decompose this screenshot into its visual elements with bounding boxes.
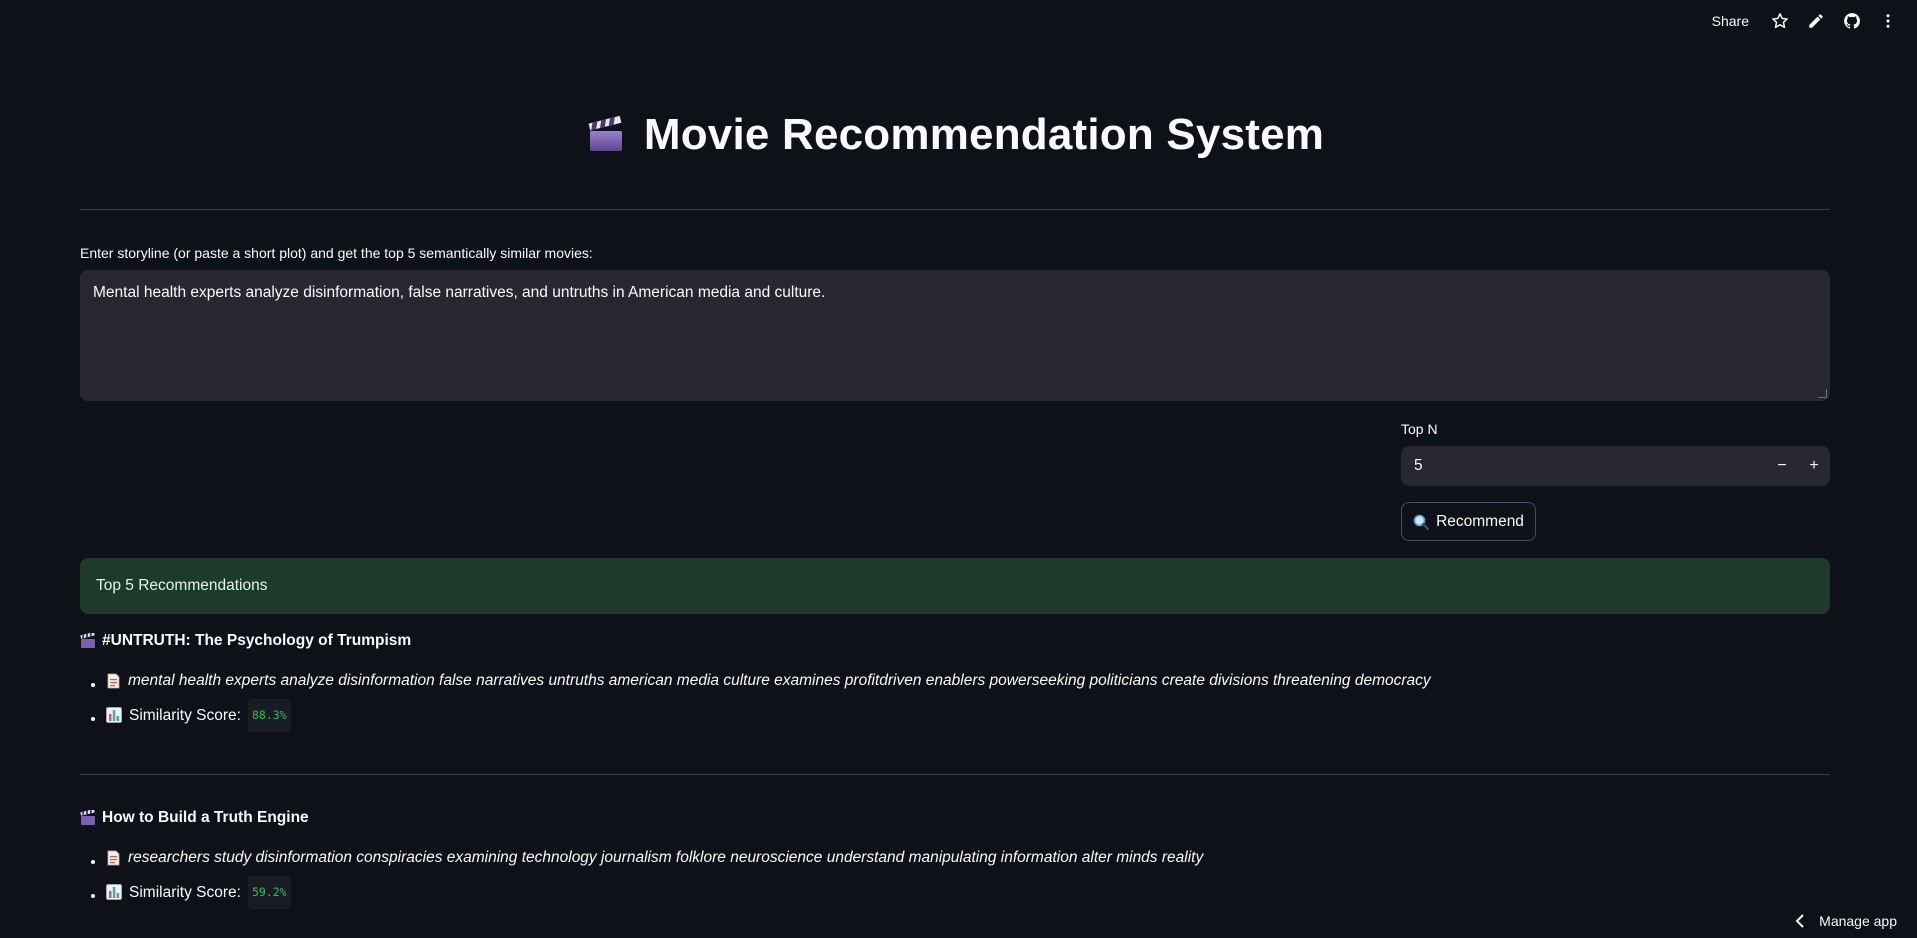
decrement-button[interactable]: −	[1766, 446, 1798, 486]
document-icon	[107, 850, 120, 865]
manage-app-label: Manage app	[1819, 913, 1897, 929]
increment-button[interactable]: +	[1798, 446, 1830, 486]
magnifier-icon	[1413, 514, 1430, 530]
header-divider	[80, 209, 1830, 210]
top-toolbar: Share	[1712, 10, 1899, 32]
page-title: Movie Recommendation System	[643, 110, 1325, 159]
more-vertical-icon[interactable]	[1877, 10, 1899, 32]
similarity-score-label: Similarity Score:	[129, 706, 241, 724]
github-icon[interactable]	[1841, 10, 1863, 32]
manage-app-button[interactable]: Manage app	[1795, 913, 1897, 929]
movie-result: How to Build a Truth Engine researchers …	[80, 809, 1830, 910]
clapper-board-icon	[80, 810, 95, 825]
result-divider	[80, 774, 1830, 775]
clapper-board-icon	[80, 633, 95, 648]
list-item: mental health experts analyze disinforma…	[106, 666, 1830, 699]
movie-title-row: How to Build a Truth Engine	[80, 809, 1830, 827]
movie-title: #UNTRUTH: The Psychology of Trumpism	[102, 632, 412, 649]
share-button[interactable]: Share	[1712, 13, 1749, 29]
movie-title: How to Build a Truth Engine	[102, 809, 309, 826]
movie-details-list: mental health experts analyze disinforma…	[80, 666, 1830, 733]
similarity-score-value: 59.2%	[247, 875, 291, 909]
movie-result: #UNTRUTH: The Psychology of Trumpism men…	[80, 632, 1830, 733]
chevron-left-icon	[1795, 914, 1804, 928]
movie-details-list: researchers study disinformation conspir…	[80, 843, 1830, 910]
storyline-text: Mental health experts analyze disinforma…	[93, 284, 826, 301]
list-item: researchers study disinformation conspir…	[106, 843, 1830, 876]
storyline-textarea[interactable]: Mental health experts analyze disinforma…	[80, 270, 1830, 401]
list-item: Similarity Score: 59.2%	[106, 875, 1830, 911]
results-banner: Top 5 Recommendations	[80, 558, 1830, 614]
movie-description: researchers study disinformation conspir…	[128, 849, 1204, 866]
topn-value[interactable]: 5	[1401, 457, 1766, 475]
page-header: Movie Recommendation System	[80, 110, 1830, 160]
star-icon[interactable]	[1769, 10, 1791, 32]
recommend-button[interactable]: Recommend	[1401, 502, 1536, 541]
topn-number-input[interactable]: 5 − +	[1401, 446, 1830, 486]
bar-chart-icon	[106, 884, 122, 900]
recommend-button-label: Recommend	[1436, 512, 1524, 530]
clapper-board-icon	[588, 115, 622, 151]
resize-handle[interactable]	[1818, 389, 1827, 398]
topn-label: Top N	[1401, 421, 1438, 437]
movie-description: mental health experts analyze disinforma…	[128, 672, 1431, 689]
similarity-score-label: Similarity Score:	[129, 883, 241, 901]
movie-title-row: #UNTRUTH: The Psychology of Trumpism	[80, 632, 1830, 650]
bar-chart-icon	[106, 707, 122, 723]
results-banner-text: Top 5 Recommendations	[96, 577, 268, 594]
edit-pencil-icon[interactable]	[1805, 10, 1827, 32]
storyline-label: Enter storyline (or paste a short plot) …	[80, 245, 593, 261]
list-item: Similarity Score: 88.3%	[106, 698, 1830, 734]
similarity-score-value: 88.3%	[247, 698, 291, 732]
document-icon	[107, 673, 120, 688]
